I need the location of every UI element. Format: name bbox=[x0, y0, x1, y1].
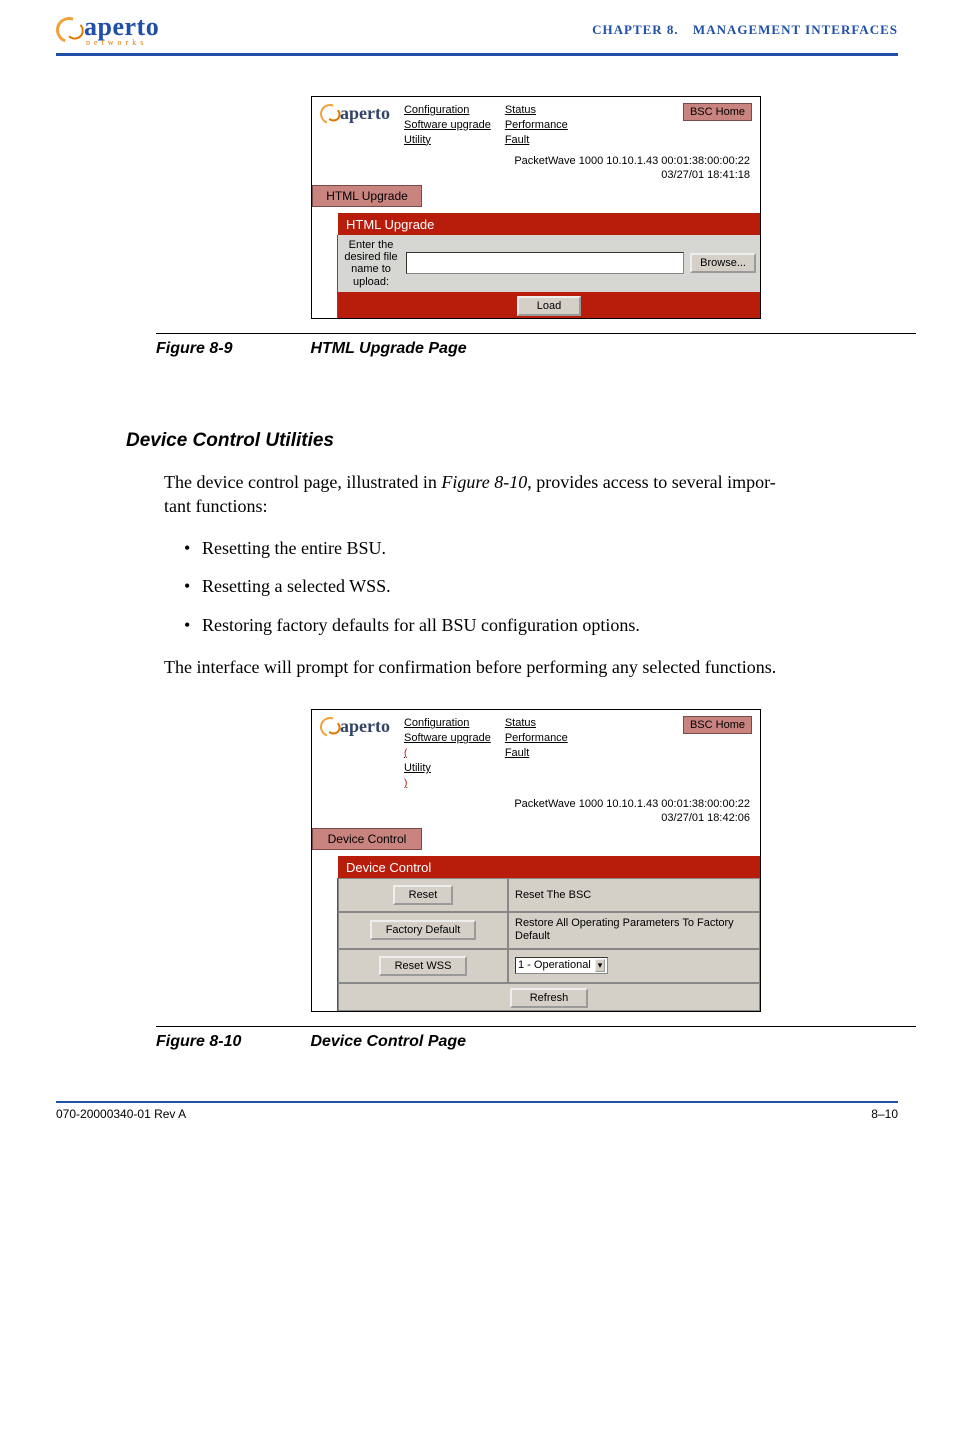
ss-info-line1: PacketWave 1000 10.10.1.43 00:01:38:00:0… bbox=[322, 154, 750, 169]
figure-8-10: aperto Configuration Software upgrade ( U… bbox=[156, 709, 916, 1050]
figure-title: Device Control Page bbox=[310, 1033, 466, 1050]
logo: aperto n e t w o r k s bbox=[56, 12, 159, 47]
ss-info-line2: 03/27/01 18:42:06 bbox=[322, 811, 750, 826]
ss-reset-button[interactable]: Reset bbox=[393, 885, 454, 905]
section-heading: Device Control Utilities bbox=[126, 430, 898, 452]
screenshot-html-upgrade: aperto Configuration Software upgrade Ut… bbox=[311, 96, 761, 319]
ss-link-configuration[interactable]: Configuration bbox=[404, 103, 491, 118]
page-footer: 070-20000340-01 Rev A 8–10 bbox=[56, 1101, 898, 1121]
ss-upload-label: Enter the desired file name to upload: bbox=[342, 239, 400, 287]
logo-text: aperto bbox=[84, 12, 159, 41]
ss-logo-text: aperto bbox=[340, 103, 390, 124]
running-head: CHAPTER 8. MANAGEMENT INTERFACES bbox=[592, 22, 898, 38]
ss-info-line2: 03/27/01 18:41:18 bbox=[322, 168, 750, 183]
ss-link-configuration[interactable]: Configuration bbox=[404, 716, 491, 731]
figure-rule bbox=[156, 333, 916, 334]
ss-menu-col-2: Status Performance Fault bbox=[505, 103, 568, 148]
ss-link-status[interactable]: Status bbox=[505, 103, 568, 118]
ss-logo: aperto bbox=[320, 103, 390, 124]
ss-factory-default-desc: Restore All Operating Parameters To Fact… bbox=[508, 912, 760, 948]
ss-link-performance[interactable]: Performance bbox=[505, 731, 568, 746]
ss-left-stub bbox=[312, 292, 338, 318]
footer-rule bbox=[56, 1101, 898, 1103]
bullet-2: Resetting a selected WSS. bbox=[184, 574, 898, 598]
logo-swoosh-icon bbox=[52, 12, 87, 47]
bullet-list: Resetting the entire BSU. Resetting a se… bbox=[184, 536, 898, 637]
figure-8-9: aperto Configuration Software upgrade Ut… bbox=[156, 96, 916, 358]
ss-link-status[interactable]: Status bbox=[505, 716, 568, 731]
ss-bsc-home-button[interactable]: BSC Home bbox=[683, 716, 752, 734]
ss-side-html-upgrade-button[interactable]: HTML Upgrade bbox=[312, 185, 422, 207]
figure-rule bbox=[156, 1026, 916, 1027]
ss-link-utility[interactable]: Utility bbox=[404, 761, 491, 776]
ss-wss-select[interactable]: 1 - Operational bbox=[515, 957, 608, 974]
ss-left-stub bbox=[312, 213, 338, 235]
figure-title: HTML Upgrade Page bbox=[310, 340, 466, 357]
ss-bsc-home-button[interactable]: BSC Home bbox=[683, 103, 752, 121]
figure-id: Figure 8-9 bbox=[156, 340, 306, 358]
ss-refresh-button[interactable]: Refresh bbox=[510, 988, 589, 1008]
chapter-label: CHAPTER 8. bbox=[592, 22, 679, 37]
ss-link-utility[interactable]: Utility bbox=[404, 133, 491, 148]
ss-link-fault[interactable]: Fault bbox=[505, 133, 568, 148]
screenshot-device-control: aperto Configuration Software upgrade ( U… bbox=[311, 709, 761, 1011]
footer-pagenum: 8–10 bbox=[871, 1107, 898, 1121]
ss-side-device-control-button[interactable]: Device Control bbox=[312, 828, 422, 850]
figure-caption-8-9: Figure 8-9 HTML Upgrade Page bbox=[156, 340, 916, 358]
ss-left-stub bbox=[312, 856, 338, 878]
ss-utility-marker-icon: ) bbox=[404, 778, 407, 789]
ss-reset-desc: Reset The BSC bbox=[508, 878, 760, 912]
ss-browse-button[interactable]: Browse... bbox=[690, 253, 756, 273]
ss-section-header: Device Control bbox=[338, 856, 760, 878]
ss-section-header: HTML Upgrade bbox=[338, 213, 760, 235]
ss-left-stub bbox=[312, 235, 338, 291]
ss-logo-text: aperto bbox=[340, 716, 390, 737]
ss-menu-col-1: Configuration Software upgrade ( Utility) bbox=[404, 716, 491, 790]
ss-load-button[interactable]: Load bbox=[517, 296, 581, 316]
ss-footer-bar: Load bbox=[338, 292, 760, 318]
ss-menu-col-2: Status Performance Fault bbox=[505, 716, 568, 761]
ss-factory-default-button[interactable]: Factory Default bbox=[370, 920, 477, 940]
ss-link-software-upgrade[interactable]: Software upgrade bbox=[404, 731, 491, 746]
ss-device-info: PacketWave 1000 10.10.1.43 00:01:38:00:0… bbox=[312, 795, 760, 829]
ss-logo: aperto bbox=[320, 716, 390, 737]
ss-upload-input[interactable] bbox=[406, 252, 684, 274]
footer-docnum: 070-20000340-01 Rev A bbox=[56, 1107, 186, 1121]
header-rule bbox=[56, 53, 898, 56]
bullet-1: Resetting the entire BSU. bbox=[184, 536, 898, 560]
ss-menu-col-1: Configuration Software upgrade Utility bbox=[404, 103, 491, 148]
ss-footer-bar: Refresh bbox=[338, 983, 760, 1011]
body-para-1: The device control page, illustrated in … bbox=[164, 470, 898, 519]
chapter-title: MANAGEMENT INTERFACES bbox=[693, 22, 898, 37]
ss-device-info: PacketWave 1000 10.10.1.43 00:01:38:00:0… bbox=[312, 152, 760, 186]
bullet-3: Restoring factory defaults for all BSU c… bbox=[184, 613, 898, 637]
ss-link-software-upgrade[interactable]: Software upgrade bbox=[404, 118, 491, 133]
ss-info-line1: PacketWave 1000 10.10.1.43 00:01:38:00:0… bbox=[322, 797, 750, 812]
figure-reference: Figure 8-10 bbox=[441, 472, 527, 492]
ss-utility-marker-icon: ( bbox=[404, 748, 407, 759]
figure-caption-8-10: Figure 8-10 Device Control Page bbox=[156, 1033, 916, 1051]
ss-left-stub bbox=[312, 878, 338, 1010]
ss-link-fault[interactable]: Fault bbox=[505, 746, 568, 761]
page-header: aperto n e t w o r k s CHAPTER 8. MANAGE… bbox=[56, 12, 898, 47]
ss-link-performance[interactable]: Performance bbox=[505, 118, 568, 133]
body-para-2: The interface will prompt for confirmati… bbox=[164, 655, 898, 679]
figure-id: Figure 8-10 bbox=[156, 1033, 306, 1051]
ss-reset-wss-button[interactable]: Reset WSS bbox=[379, 956, 468, 976]
